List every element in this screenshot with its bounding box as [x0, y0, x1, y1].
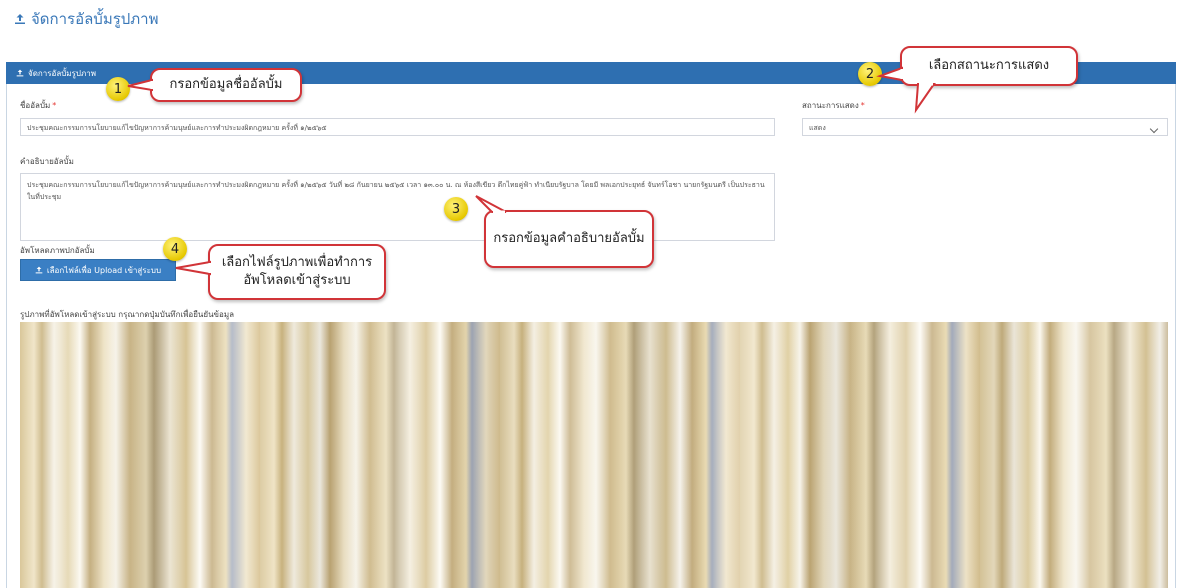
upload-button-label: เลือกไฟล์เพื่อ Upload เข้าสู่ระบบ [46, 265, 162, 275]
callout-4-badge: 4 [163, 237, 187, 261]
uploaded-images-label: รูปภาพที่อัพโหลดเข้าสู่ระบบ กรุณากดปุ่มบ… [20, 310, 234, 319]
callout-3: กรอกข้อมูลคำอธิบายอัลบั้ม [484, 210, 654, 268]
upload-icon [15, 14, 25, 24]
callout-1-tail [127, 78, 154, 92]
panel-header-title: จัดการอัลบั้มรูปภาพ [28, 68, 96, 78]
callout-2: เลือกสถานะการแสดง [900, 46, 1078, 86]
album-name-input[interactable]: ประชุมคณะกรรมการนโยบายแก้ไขปัญหาการค้ามน… [20, 118, 775, 136]
description-label: คำอธิบายอัลบั้ม [20, 157, 74, 166]
page-title: จัดการอัลบั้มรูปภาพ [14, 7, 158, 31]
callout-4-tail [175, 260, 212, 276]
callout-3-badge: 3 [444, 197, 468, 221]
description-textarea[interactable]: ประชุมคณะกรรมการนโยบายแก้ไขปัญหาการค้ามน… [20, 173, 775, 241]
cover-upload-label: อัพโหลดภาพปกอัลบั้ม [20, 246, 95, 255]
callout-2-badge: 2 [858, 62, 882, 86]
callout-2-tail [876, 66, 904, 82]
status-label: สถานะการแสดง * [802, 101, 865, 110]
chevron-down-icon [1149, 124, 1159, 134]
status-select[interactable]: แสดง [802, 118, 1168, 136]
callout-2-tail-down [914, 82, 936, 114]
upload-icon [16, 69, 24, 77]
uploaded-photo-preview[interactable] [20, 322, 1168, 588]
page-title-text: จัดการอัลบั้มรูปภาพ [31, 10, 159, 28]
callout-1: กรอกข้อมูลชื่ออัลบั้ม [150, 68, 302, 102]
album-name-label: ชื่ออัลบั้ม * [20, 101, 57, 110]
callout-4: เลือกไฟล์รูปภาพเพื่อทำการอัพโหลดเข้าสู่ร… [208, 244, 386, 300]
callout-1-badge: 1 [106, 77, 130, 101]
upload-icon [35, 266, 43, 274]
upload-button[interactable]: เลือกไฟล์เพื่อ Upload เข้าสู่ระบบ [20, 259, 176, 281]
callout-3-tail [475, 195, 507, 214]
